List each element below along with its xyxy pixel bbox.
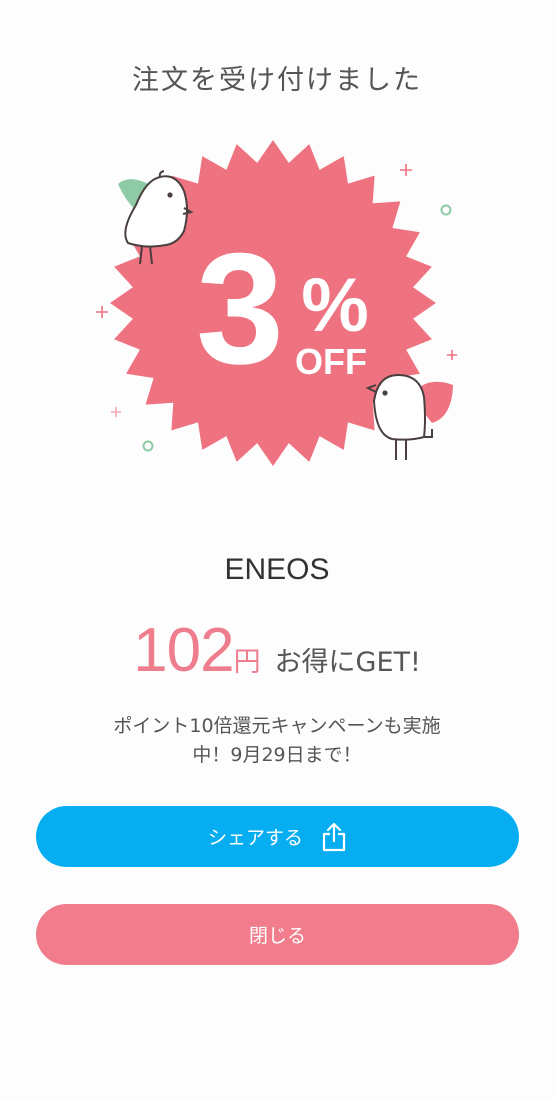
discount-badge-illustration: 3 % OFF [96, 140, 457, 466]
share-button[interactable]: シェアする [36, 806, 519, 867]
share-icon [322, 822, 346, 851]
discount-off: OFF [295, 341, 367, 382]
page-title: 注文を受け付けました [132, 65, 422, 96]
campaign-notice: ポイント10倍還元キャンペーンも実施 中！9月29日まで！ [60, 712, 494, 770]
close-button-label: 閉じる [248, 925, 306, 947]
reward-currency: 円 [233, 647, 261, 678]
discount-number: 3 [196, 221, 284, 397]
share-button-label: シェアする [207, 827, 303, 849]
bird-bottom-right [365, 373, 453, 460]
campaign-notice-line1: ポイント10倍還元キャンペーンも実施 [113, 715, 441, 737]
reward-line: 102円 お得にGET! [0, 615, 554, 686]
discount-percent: % [301, 263, 369, 348]
reward-amount: 102 [133, 616, 234, 685]
merchant-name: ENEOS [224, 553, 330, 586]
campaign-notice-line2: 中！9月29日まで！ [192, 744, 362, 766]
close-button[interactable]: 閉じる [36, 904, 519, 965]
reward-suffix: お得にGET! [274, 647, 421, 678]
